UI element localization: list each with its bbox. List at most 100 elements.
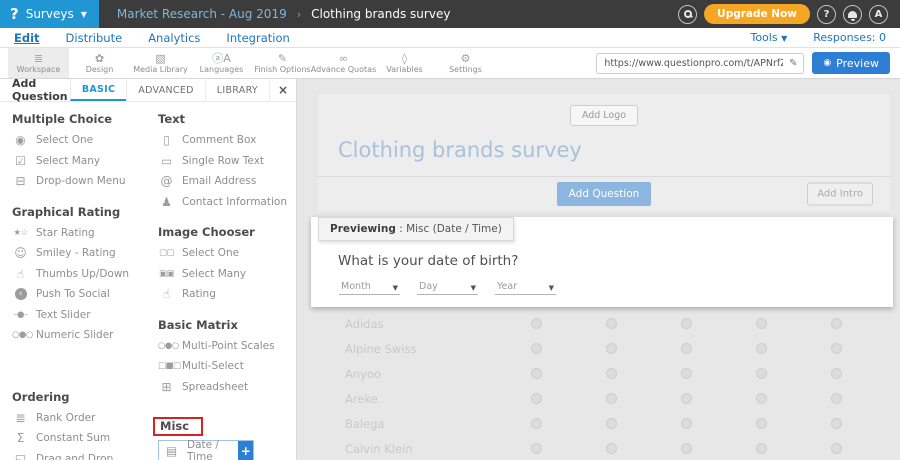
radio-button[interactable] [756,318,767,329]
radio-button[interactable] [831,393,842,404]
avatar[interactable]: A [869,5,888,24]
toolbar-item-variables[interactable]: ◊Variables [374,48,435,78]
radio-button[interactable] [531,318,542,329]
radio-button[interactable] [756,343,767,354]
question-type-numeric-slider[interactable]: ○●○Numeric Slider [12,325,158,346]
matrix-radio-cell [499,443,574,454]
radio-button[interactable] [681,443,692,454]
date-select-month[interactable]: Month▼ [339,280,400,295]
edit-url-icon[interactable]: ✎ [783,58,803,69]
question-type-text-slider[interactable]: –●–Text Slider [12,305,158,326]
radio-button[interactable] [531,368,542,379]
question-type-rank-order[interactable]: ≣Rank Order [12,408,158,429]
radio-button[interactable] [681,318,692,329]
radio-button[interactable] [681,368,692,379]
radio-button[interactable] [681,418,692,429]
question-type-comment-box[interactable]: ▯Comment Box [158,130,296,151]
radio-button[interactable] [831,368,842,379]
radio-button[interactable] [681,343,692,354]
radio-button[interactable] [831,343,842,354]
question-type-rating[interactable]: ☝Rating [158,284,296,305]
date-select-year[interactable]: Year▼ [495,280,556,295]
matrix-row-label: Alpine Swiss [318,342,499,356]
radio-button[interactable] [831,318,842,329]
tab-advanced[interactable]: ADVANCED [126,79,205,101]
question-type-select-one[interactable]: ▢▢Select One [158,243,296,264]
chevron-down-icon: ▼ [781,34,787,43]
preview-button[interactable]: ◉ Preview [812,52,890,74]
toolbar-item-settings[interactable]: ⚙Settings [435,48,496,78]
menu-item-integration[interactable]: Integration [226,31,289,45]
radio-button[interactable] [756,393,767,404]
tab-basic[interactable]: BASIC [70,79,126,101]
question-type-multi-point-scales[interactable]: ○●○Multi-Point Scales [158,336,296,357]
surveys-menu[interactable]: ? Surveys ▼ [0,0,99,28]
notifications-button[interactable] [843,5,862,24]
matrix-radio-cell [724,318,799,329]
matrix-radio-cell [649,318,724,329]
radio-button[interactable] [606,443,617,454]
toolbar-item-languages[interactable]: ⓐALanguages [191,48,252,78]
toolbar-item-design[interactable]: ✿Design [69,48,130,78]
radio-button[interactable] [831,443,842,454]
toolbar-item-advance-quotas[interactable]: ∞Advance Quotas [313,48,374,78]
responses-count[interactable]: Responses: 0 [813,31,886,44]
tools-menu[interactable]: Tools ▼ [750,31,787,44]
add-logo-button[interactable]: Add Logo [570,105,638,126]
question-type-drop-down-menu[interactable]: ⊟Drop-down Menu [12,171,158,192]
radio-button[interactable] [831,418,842,429]
question-type-email-address[interactable]: @Email Address [158,171,296,192]
menu-item-edit[interactable]: Edit [14,31,40,45]
question-type-spreadsheet[interactable]: ⊞Spreadsheet [158,377,296,398]
date-select-label: Day [419,281,438,292]
chevron-down-icon: ▼ [471,284,476,292]
radio-button[interactable] [531,443,542,454]
breadcrumb-parent[interactable]: Market Research - Aug 2019 [117,7,287,21]
radio-button[interactable] [531,418,542,429]
toolbar-item-media-library[interactable]: ▧Media Library [130,48,191,78]
tab-library[interactable]: LIBRARY [205,79,269,101]
radio-button[interactable] [606,318,617,329]
survey-title[interactable]: Clothing brands survey [318,131,890,176]
date-select-day[interactable]: Day ▼ [417,280,478,295]
question-type-smiley-rating[interactable]: ☺Smiley - Rating [12,243,158,264]
menu-item-distribute[interactable]: Distribute [66,31,123,45]
radio-button[interactable] [606,418,617,429]
radio-button[interactable] [756,368,767,379]
search-button[interactable] [678,5,697,24]
question-type-select-one[interactable]: ◉Select One [12,130,158,151]
question-type-date-time[interactable]: ▤Date / Time+ [158,440,254,460]
question-type-thumbs-up-down[interactable]: ☝Thumbs Up/Down [12,264,158,285]
toolbar-item-finish-options[interactable]: ✎Finish Options [252,48,313,78]
breadcrumb-separator-icon: › [297,8,301,21]
question-type-multi-select[interactable]: □■□Multi-Select [158,356,296,377]
radio-button[interactable] [756,443,767,454]
radio-button[interactable] [531,343,542,354]
radio-button[interactable] [756,418,767,429]
question-type-push-to-social[interactable]: ‹Push To Social [12,284,158,305]
toolbar-item-workspace[interactable]: ≣Workspace [8,48,69,78]
radio-button[interactable] [606,393,617,404]
radio-button[interactable] [531,393,542,404]
add-intro-button[interactable]: Add Intro [807,183,873,206]
help-button[interactable]: ? [817,5,836,24]
question-type-single-row-text[interactable]: ▭Single Row Text [158,151,296,172]
add-date-time-button[interactable]: + [238,441,253,460]
add-question-panel: Add Question BASICADVANCEDLIBRARY × Mult… [0,79,297,460]
question-type-constant-sum[interactable]: ΣConstant Sum [12,428,158,449]
toolbar-item-label: Media Library [133,65,188,74]
question-type-select-many[interactable]: ▣▣Select Many [158,264,296,285]
close-panel-button[interactable]: × [269,79,296,101]
previewing-value: : Misc (Date / Time) [396,223,502,235]
question-type-contact-information[interactable]: ♟Contact Information [158,192,296,213]
question-type-select-many[interactable]: ☑Select Many [12,151,158,172]
radio-button[interactable] [681,393,692,404]
add-question-button[interactable]: Add Question [557,182,652,206]
question-type-star-rating[interactable]: ★☆Star Rating [12,223,158,244]
upgrade-now-button[interactable]: Upgrade Now [704,4,810,24]
menu-item-analytics[interactable]: Analytics [148,31,200,45]
question-type-drag-and-drop[interactable]: ◱Drag and Drop [12,449,158,460]
radio-button[interactable] [606,343,617,354]
radio-button[interactable] [606,368,617,379]
survey-url-input[interactable]: https://www.questionpro.com/t/APNrfZ [597,58,783,69]
